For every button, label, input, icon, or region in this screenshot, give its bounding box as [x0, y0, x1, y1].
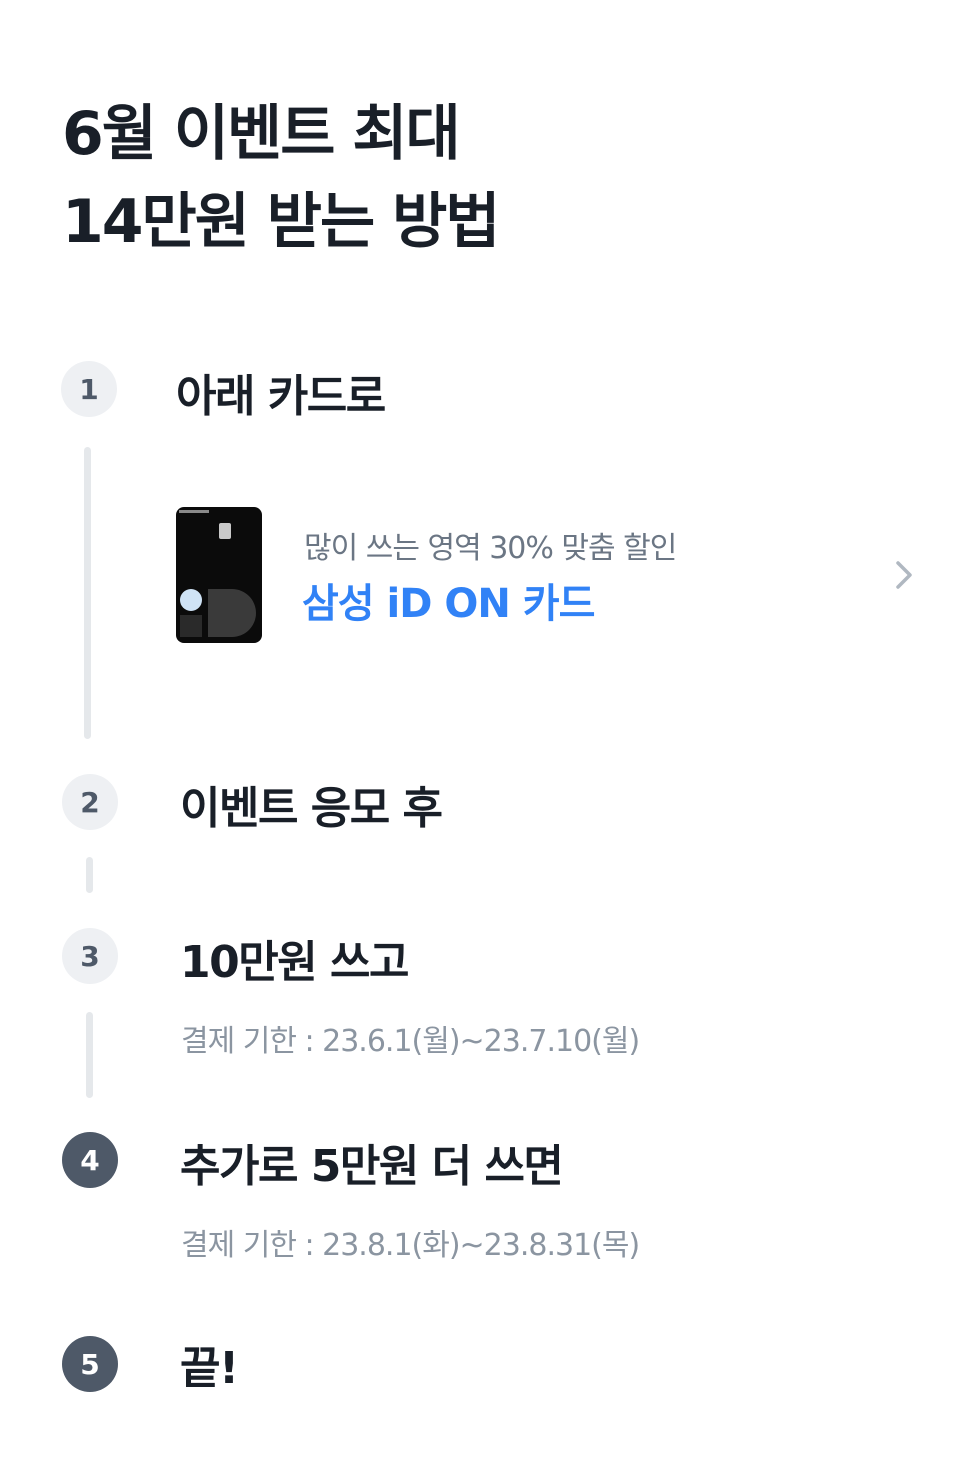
card-name: 삼성 iD ON 카드: [302, 581, 595, 627]
event-page: 6월 이벤트 최대 14만원 받는 방법 1 아래 카드로 많이 쓰는 영역 3…: [0, 0, 972, 1458]
step-number-3: 3: [62, 928, 118, 984]
payment-period-note-2: 결제 기한 : 23.8.1(화)~23.8.31(목): [181, 1228, 640, 1263]
page-title: 6월 이벤트 최대 14만원 받는 방법: [62, 90, 500, 266]
step-label-5: 끝!: [180, 1343, 239, 1394]
title-line-2: 14만원 받는 방법: [62, 187, 500, 257]
card-chip: [219, 523, 231, 539]
step-label-3: 10만원 쓰고: [180, 937, 409, 988]
chevron-right-icon: [896, 561, 912, 589]
step-label-2: 이벤트 응모 후: [180, 783, 443, 834]
step-number-5: 5: [62, 1336, 118, 1392]
step-label-4: 추가로 5만원 더 쓰면: [180, 1141, 564, 1192]
step-number-4: 4: [62, 1132, 118, 1188]
step-connector-1: [84, 447, 91, 739]
step-label-1: 아래 카드로: [176, 371, 386, 422]
step-number-1: 1: [61, 361, 117, 417]
step-number-2: 2: [62, 774, 118, 830]
title-line-1: 6월 이벤트 최대: [62, 99, 461, 169]
card-subtitle: 많이 쓰는 영역 30% 맞춤 할인: [304, 531, 677, 566]
payment-period-note-1: 결제 기한 : 23.6.1(월)~23.7.10(월): [181, 1024, 640, 1059]
card-image: [176, 507, 262, 643]
card-link-samsung-id-on[interactable]: 많이 쓰는 영역 30% 맞춤 할인 삼성 iD ON 카드: [176, 505, 916, 645]
step-connector-2: [86, 857, 93, 893]
step-connector-3: [86, 1012, 93, 1098]
